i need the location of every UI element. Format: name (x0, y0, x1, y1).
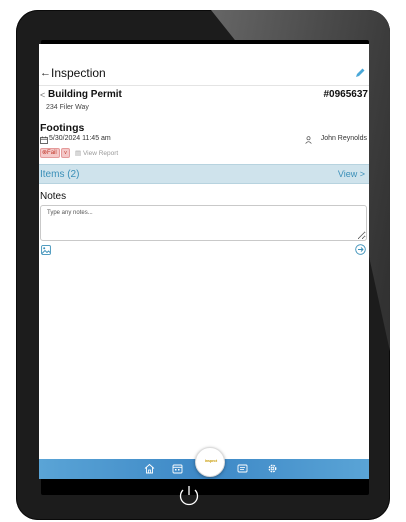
chevron-left-icon[interactable]: < (40, 90, 45, 100)
calendar-icon (40, 136, 48, 144)
notes-textarea[interactable] (40, 205, 367, 241)
document-icon: ▤ (75, 150, 83, 157)
app-logo-text: Inspect (204, 459, 218, 463)
message-icon[interactable] (237, 463, 248, 474)
notes-label: Notes (40, 191, 67, 202)
view-report-link[interactable]: ▤ View Report (75, 149, 118, 157)
fail-status-badge[interactable]: ⊗Fail (40, 148, 60, 158)
permit-number: #0965637 (323, 89, 369, 100)
permit-address: 234 Filer Way (46, 104, 89, 111)
back-arrow-icon[interactable]: ← (40, 67, 51, 79)
app-logo-button[interactable]: Inspect (195, 447, 225, 477)
items-view-link[interactable]: View > (338, 169, 365, 179)
app-header: ← Inspection (39, 65, 369, 85)
items-bar[interactable]: Items (2) View > (39, 164, 369, 184)
gear-icon[interactable] (267, 463, 278, 474)
pencil-icon[interactable] (354, 67, 366, 79)
items-count: Items (2) (40, 169, 80, 180)
inspection-type: Footings (40, 122, 85, 134)
inspection-meta-row: 5/30/2024 11:45 am John Reynolds (40, 135, 368, 145)
image-icon[interactable] (41, 245, 51, 255)
home-icon[interactable] (144, 463, 155, 474)
arrow-circle-right-icon[interactable] (355, 244, 366, 255)
page-title: Inspection (51, 66, 106, 80)
person-icon (305, 136, 312, 144)
calendar-nav-icon[interactable] (172, 463, 183, 474)
header-divider (39, 85, 369, 86)
chevron-down-icon[interactable]: v (61, 148, 70, 158)
inspector-name: John Reynolds (320, 135, 367, 142)
fail-label: Fail (47, 150, 57, 156)
view-report-label: View Report (82, 150, 119, 157)
app-screen: ← Inspection < Building Permit #0965637 … (39, 44, 369, 479)
inspection-date: 5/30/2024 11:45 am (49, 135, 111, 142)
permit-name: Building Permit (48, 89, 122, 100)
power-icon[interactable] (175, 482, 203, 510)
